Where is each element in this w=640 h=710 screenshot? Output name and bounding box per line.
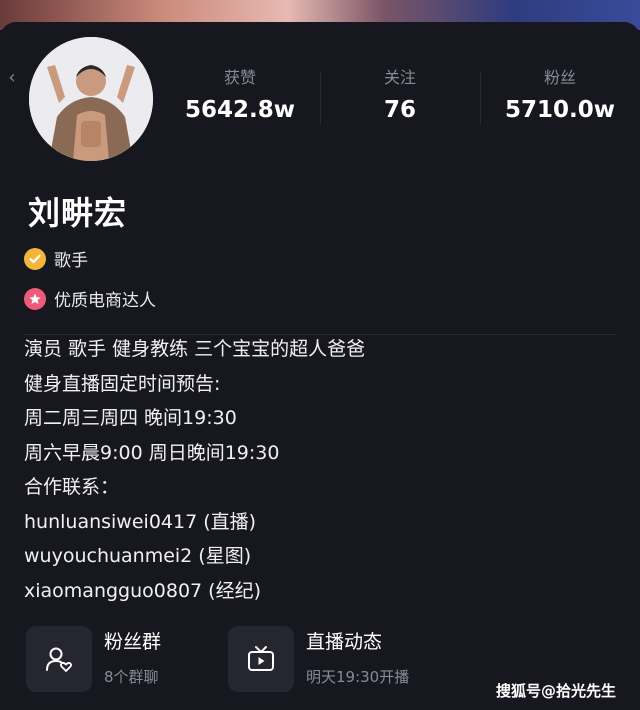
back-chevron-icon[interactable]: ‹	[0, 58, 24, 98]
feature-subtitle: 8个群聊	[104, 668, 159, 686]
stat-likes[interactable]: 获赞 5642.8w	[160, 64, 320, 134]
stat-value: 5642.8w	[184, 97, 295, 123]
stat-value: 5710.0w	[504, 97, 615, 123]
tag-ecommerce[interactable]: 优质电商达人	[24, 286, 156, 311]
tag-singer[interactable]: 歌手	[24, 246, 88, 271]
tag-label: 歌手	[54, 251, 88, 271]
stat-label: 关注	[383, 68, 416, 87]
bio-line: hunluansiwei0417 (直播)	[24, 510, 257, 533]
stat-value: 76	[383, 97, 416, 123]
feature-subtitle: 明天19:30开播	[306, 668, 410, 686]
stat-followers[interactable]: 粉丝 5710.0w	[480, 64, 640, 134]
stat-label: 获赞	[223, 68, 256, 87]
bio-line: 周六早晨9:00 周日晚间19:30	[24, 441, 280, 464]
live-tv-icon	[228, 626, 294, 692]
verified-check-icon	[24, 247, 46, 270]
stats-bar: 获赞 5642.8w 关注 76 粉丝 5710.0w	[160, 64, 640, 134]
stat-following[interactable]: 关注 76	[320, 64, 480, 134]
watermark: 搜狐号@拾光先生	[496, 682, 617, 700]
live-schedule-entry[interactable]: 直播动态 明天19:30开播	[228, 626, 409, 692]
bio-text: 演员 歌手 健身教练 三个宝宝的超人爸爸 健身直播固定时间预告: 周二周三周四 …	[24, 332, 365, 608]
bio-line: xiaomangguo0807 (经纪)	[24, 579, 261, 602]
fans-group-entry[interactable]: 粉丝群 8个群聊	[26, 626, 161, 692]
profile-name: 刘畊宏	[28, 194, 128, 232]
fans-group-icon	[26, 626, 92, 692]
star-badge-icon	[24, 287, 46, 310]
bio-line: 演员 歌手 健身教练 三个宝宝的超人爸爸	[24, 338, 366, 360]
tag-label: 优质电商达人	[54, 291, 156, 311]
bio-line: 周二周三周四 晚间19:30	[24, 407, 237, 429]
feature-title: 直播动态	[306, 631, 383, 653]
feature-title: 粉丝群	[104, 631, 162, 653]
bio-line: 健身直播固定时间预告:	[24, 372, 221, 395]
bio-line: wuyouchuanmei2 (星图)	[24, 545, 252, 567]
bio-line: 合作联系：	[24, 476, 120, 498]
stat-label: 粉丝	[543, 68, 576, 87]
avatar[interactable]	[26, 34, 156, 164]
